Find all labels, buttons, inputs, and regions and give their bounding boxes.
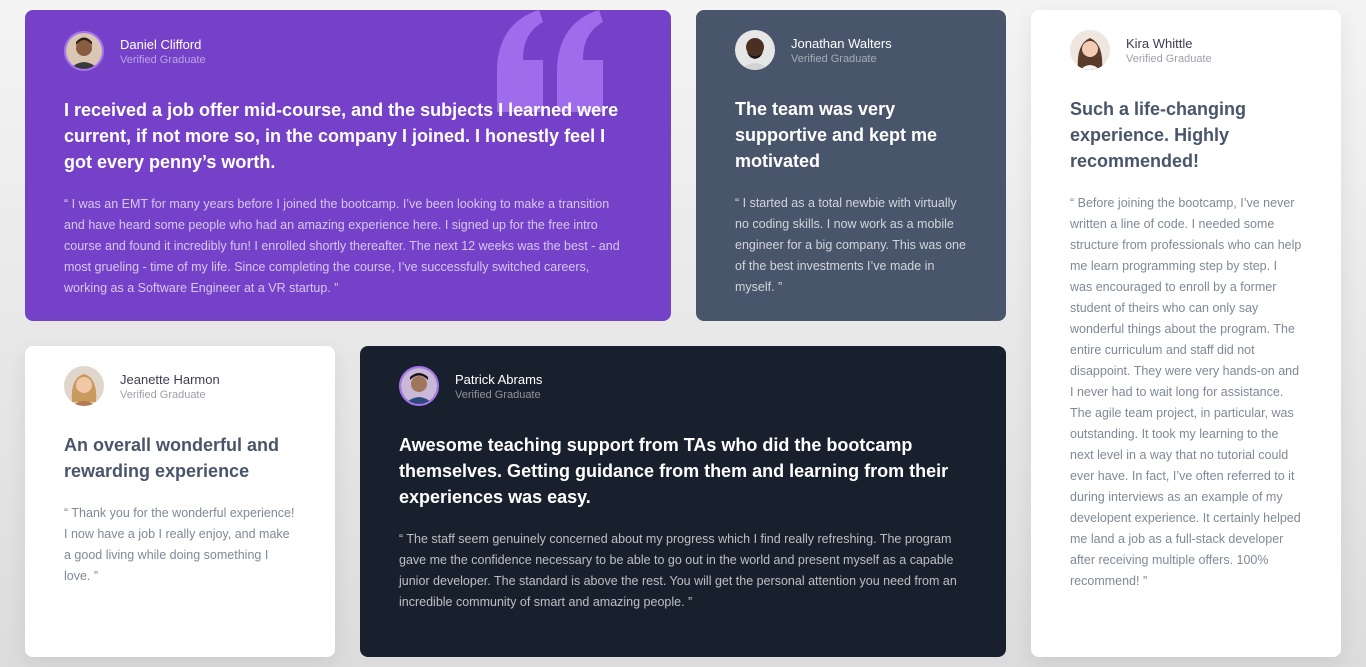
- author-role: Verified Graduate: [455, 388, 541, 401]
- avatar-patrick-icon: [401, 368, 437, 404]
- testimonial-title: Awesome teaching support from TAs who di…: [399, 435, 949, 507]
- testimonial-header: Jeanette Harmon Verified Graduate: [64, 366, 296, 406]
- testimonial-body: “ Before joining the bootcamp, I’ve neve…: [1070, 196, 1302, 588]
- avatar: [1070, 30, 1110, 70]
- testimonial-title: I received a job offer mid-course, and t…: [64, 100, 619, 172]
- author-name: Daniel Clifford: [120, 36, 202, 52]
- avatar: [64, 31, 104, 71]
- testimonial-body: “ Thank you for the wonderful experience…: [64, 506, 295, 583]
- avatar: [64, 366, 104, 406]
- testimonial-header: Patrick Abrams Verified Graduate: [399, 366, 967, 406]
- testimonial-body: “ I was an EMT for many years before I j…: [64, 197, 620, 295]
- author-role: Verified Graduate: [120, 388, 206, 401]
- avatar: [399, 366, 439, 406]
- testimonial-title: The team was very supportive and kept me…: [735, 99, 938, 171]
- author-name: Kira Whittle: [1126, 35, 1193, 51]
- avatar-daniel-icon: [66, 33, 102, 69]
- testimonial-title: Such a life-changing experience. Highly …: [1070, 99, 1247, 171]
- testimonial-header: Jonathan Walters Verified Graduate: [735, 30, 967, 70]
- avatar: [735, 30, 775, 70]
- testimonial-body: “ I started as a total newbie with virtu…: [735, 196, 966, 294]
- testimonial-card-daniel: Daniel Clifford Verified Graduate I rece…: [25, 10, 671, 321]
- testimonial-card-jonathan: Jonathan Walters Verified Graduate The t…: [696, 10, 1006, 321]
- avatar-jonathan-icon: [735, 30, 775, 70]
- author-role: Verified Graduate: [120, 53, 206, 66]
- testimonial-title: An overall wonderful and rewarding exper…: [64, 435, 280, 481]
- testimonial-header: Kira Whittle Verified Graduate: [1070, 30, 1302, 70]
- testimonial-body: “ The staff seem genuinely concerned abo…: [399, 532, 957, 609]
- testimonial-card-kira: Kira Whittle Verified Graduate Such a li…: [1031, 10, 1341, 657]
- author-role: Verified Graduate: [791, 52, 877, 65]
- author-name: Jeanette Harmon: [120, 371, 220, 387]
- avatar-kira-icon: [1070, 30, 1110, 70]
- avatar-jeanette-icon: [64, 366, 104, 406]
- testimonial-card-jeanette: Jeanette Harmon Verified Graduate An ove…: [25, 346, 335, 657]
- author-name: Jonathan Walters: [791, 35, 892, 51]
- author-name: Patrick Abrams: [455, 371, 543, 387]
- author-role: Verified Graduate: [1126, 52, 1212, 65]
- testimonial-header: Daniel Clifford Verified Graduate: [64, 31, 632, 71]
- testimonial-card-patrick: Patrick Abrams Verified Graduate Awesome…: [360, 346, 1006, 657]
